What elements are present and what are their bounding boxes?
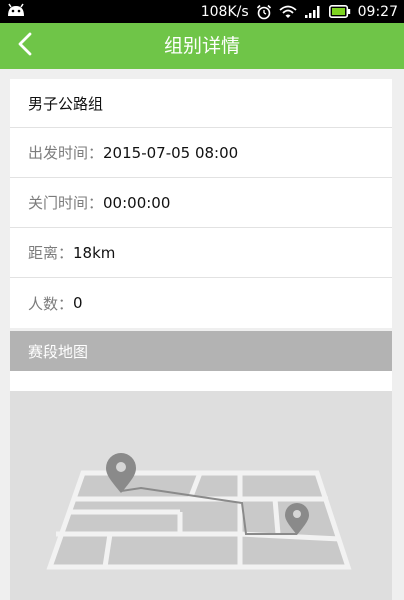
section-spacer: [10, 371, 392, 391]
group-name-row: 男子公路组: [10, 79, 392, 128]
participant-count-label: 人数：: [28, 294, 74, 313]
distance-value: 18km: [73, 243, 116, 262]
signal-icon: [304, 5, 322, 19]
stage-map-title: 赛段地图: [28, 342, 89, 361]
stage-map-header: 赛段地图: [10, 331, 392, 371]
departure-time-label: 出发时间：: [28, 144, 104, 162]
close-time-label: 关门时间：: [28, 194, 104, 212]
battery-icon: [328, 5, 351, 18]
group-detail-card: 男子公路组 出发时间： 2015-07-05 08:00 关门时间： 00:00…: [10, 79, 392, 328]
distance-label: 距离：: [28, 244, 74, 262]
participant-count-row: 人数： 0: [10, 278, 392, 328]
android-icon: [6, 3, 26, 21]
clock: 09:27: [357, 3, 398, 20]
wifi-icon: [279, 5, 297, 19]
departure-time-row: 出发时间： 2015-07-05 08:00: [10, 128, 392, 178]
participant-count-value: 0: [73, 294, 83, 312]
page-title: 组别详情: [163, 35, 240, 57]
alarm-icon: [256, 4, 272, 20]
network-speed: 108K/s: [200, 3, 249, 20]
title-bar: 组别详情: [0, 23, 404, 69]
distance-row: 距离： 18km: [10, 228, 392, 278]
status-bar: 108K/s 09:27: [0, 0, 404, 23]
map-illustration: [46, 453, 352, 570]
group-name: 男子公路组: [28, 94, 104, 113]
close-time-value: 00:00:00: [103, 193, 171, 212]
stage-map[interactable]: [10, 391, 392, 600]
close-time-row: 关门时间： 00:00:00: [10, 178, 392, 228]
departure-time-value: 2015-07-05 08:00: [103, 143, 239, 162]
